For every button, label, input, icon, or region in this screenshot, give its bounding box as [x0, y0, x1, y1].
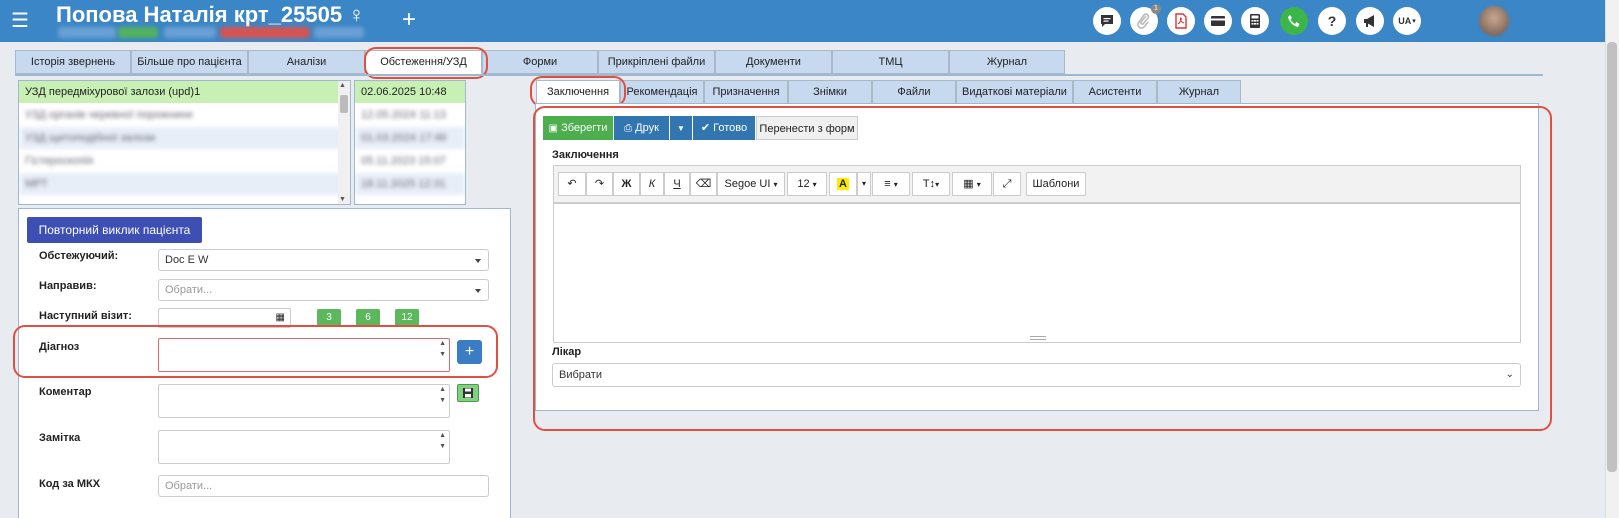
tab-patient-more[interactable]: Більше про пацієнта: [131, 50, 248, 74]
tab-consumables[interactable]: Видаткові матеріали: [956, 80, 1073, 104]
next-visit-label: Наступний візит:: [39, 310, 132, 322]
tabs-underline: [15, 74, 1543, 76]
main-tabs: Історія звернень Більше про пацієнта Ана…: [15, 50, 1065, 74]
tab-sub-journal[interactable]: Журнал: [1157, 80, 1241, 104]
chevron-down-icon: ▾: [1412, 18, 1416, 25]
examiner-select[interactable]: Doc E W: [158, 249, 489, 271]
comment-field[interactable]: ▲ ▼: [158, 384, 450, 418]
svg-text:?: ?: [1328, 13, 1337, 29]
studies-list[interactable]: УЗД передміхурової залози (upd)1 УЗД орг…: [18, 80, 351, 205]
help-icon[interactable]: ?: [1318, 7, 1346, 35]
list-item[interactable]: Гістероскопія: [19, 150, 350, 173]
calendar-icon[interactable]: ▦: [276, 312, 285, 323]
tab-images[interactable]: Знімки: [788, 80, 872, 104]
examiner-label: Обстежуючий:: [39, 250, 119, 262]
tab-assistants[interactable]: Асистенти: [1073, 80, 1157, 104]
scroll-down-icon[interactable]: ▼: [339, 196, 346, 203]
list-scrollbar-thumb[interactable]: [340, 95, 348, 113]
blurred-info: [164, 27, 216, 38]
icd-label: Код за МКХ: [39, 478, 101, 490]
scroll-up-icon[interactable]: ▲: [439, 386, 446, 393]
blurred-info: [58, 27, 116, 38]
tab-analyses[interactable]: Аналізи: [248, 50, 365, 74]
language-selector[interactable]: UA ▾: [1393, 7, 1421, 35]
note-field[interactable]: ▲ ▼: [158, 430, 450, 464]
patient-name: Попова Наталія крт_25505 ♀: [56, 2, 365, 27]
save-comment-button[interactable]: [457, 384, 479, 402]
list-item-date[interactable]: 01.03.2024 17:46: [355, 127, 465, 150]
referred-label: Направив:: [39, 280, 97, 292]
calculator-icon[interactable]: [1241, 7, 1269, 35]
studies-dates[interactable]: 02.06.2025 10:48 12.05.2024 11:13 01.03.…: [354, 80, 466, 205]
floppy-icon: [463, 388, 473, 398]
list-item-date[interactable]: 12.05.2024 11:13: [355, 104, 465, 127]
phone-icon[interactable]: [1280, 7, 1308, 35]
list-item[interactable]: УЗД передміхурової залози (upd)1: [19, 81, 350, 104]
tab-documents[interactable]: Документи: [715, 50, 832, 74]
comment-label: Коментар: [39, 386, 92, 398]
tab-attached-files[interactable]: Прикріплені файли: [598, 50, 715, 74]
page-scrollbar-thumb[interactable]: [1607, 42, 1617, 472]
megaphone-icon[interactable]: [1356, 7, 1384, 35]
tab-journal[interactable]: Журнал: [949, 50, 1065, 74]
scroll-down-icon[interactable]: ▼: [439, 443, 446, 450]
scroll-down-icon[interactable]: ▼: [439, 397, 446, 404]
list-item[interactable]: УЗД щитоподібної залози: [19, 127, 350, 150]
pdf-icon[interactable]: [1167, 7, 1195, 35]
recall-patient-button[interactable]: Повторний виклик пацієнта: [27, 217, 202, 243]
tab-history[interactable]: Історія звернень: [15, 50, 131, 74]
highlight-conclusion-panel: [533, 106, 1552, 431]
list-item[interactable]: МРТ: [19, 173, 350, 196]
blurred-info: [118, 27, 158, 38]
add-tab-button[interactable]: +: [402, 8, 416, 32]
highlight-diagnosis: [13, 325, 498, 378]
scroll-up-icon[interactable]: ▲: [339, 82, 346, 89]
tab-prescription[interactable]: Призначення: [704, 80, 788, 104]
blurred-info: [220, 27, 310, 38]
list-item-date[interactable]: 02.06.2025 10:48: [355, 81, 465, 104]
referred-select[interactable]: Обрати...: [158, 279, 489, 301]
tab-recommendation[interactable]: Рекомендація: [620, 80, 704, 104]
chevron-down-icon: [475, 259, 481, 263]
icd-select[interactable]: Обрати...: [158, 475, 489, 497]
notification-badge: 1: [1151, 4, 1161, 14]
list-item-date[interactable]: 18.11.2025 12:31: [355, 173, 465, 196]
blurred-info: [314, 27, 364, 38]
avatar[interactable]: [1479, 6, 1509, 36]
tab-files[interactable]: Файли: [872, 80, 956, 104]
note-label: Замітка: [39, 432, 81, 444]
conclusion-subtabs: Заключення Рекомендація Призначення Знім…: [536, 80, 1241, 104]
menu-icon[interactable]: ☰: [6, 8, 34, 34]
chat-icon[interactable]: [1093, 7, 1121, 35]
list-scrollbar[interactable]: ▲ ▼: [338, 81, 350, 204]
scroll-up-icon[interactable]: ▲: [439, 432, 446, 439]
payment-card-icon[interactable]: [1204, 7, 1232, 35]
tab-forms[interactable]: Форми: [482, 50, 598, 74]
chevron-down-icon: [475, 289, 481, 293]
list-item-date[interactable]: 05.11.2023 15:07: [355, 150, 465, 173]
list-item[interactable]: УЗД органів черевної порожнини: [19, 104, 350, 127]
tab-inventory[interactable]: ТМЦ: [832, 50, 949, 74]
